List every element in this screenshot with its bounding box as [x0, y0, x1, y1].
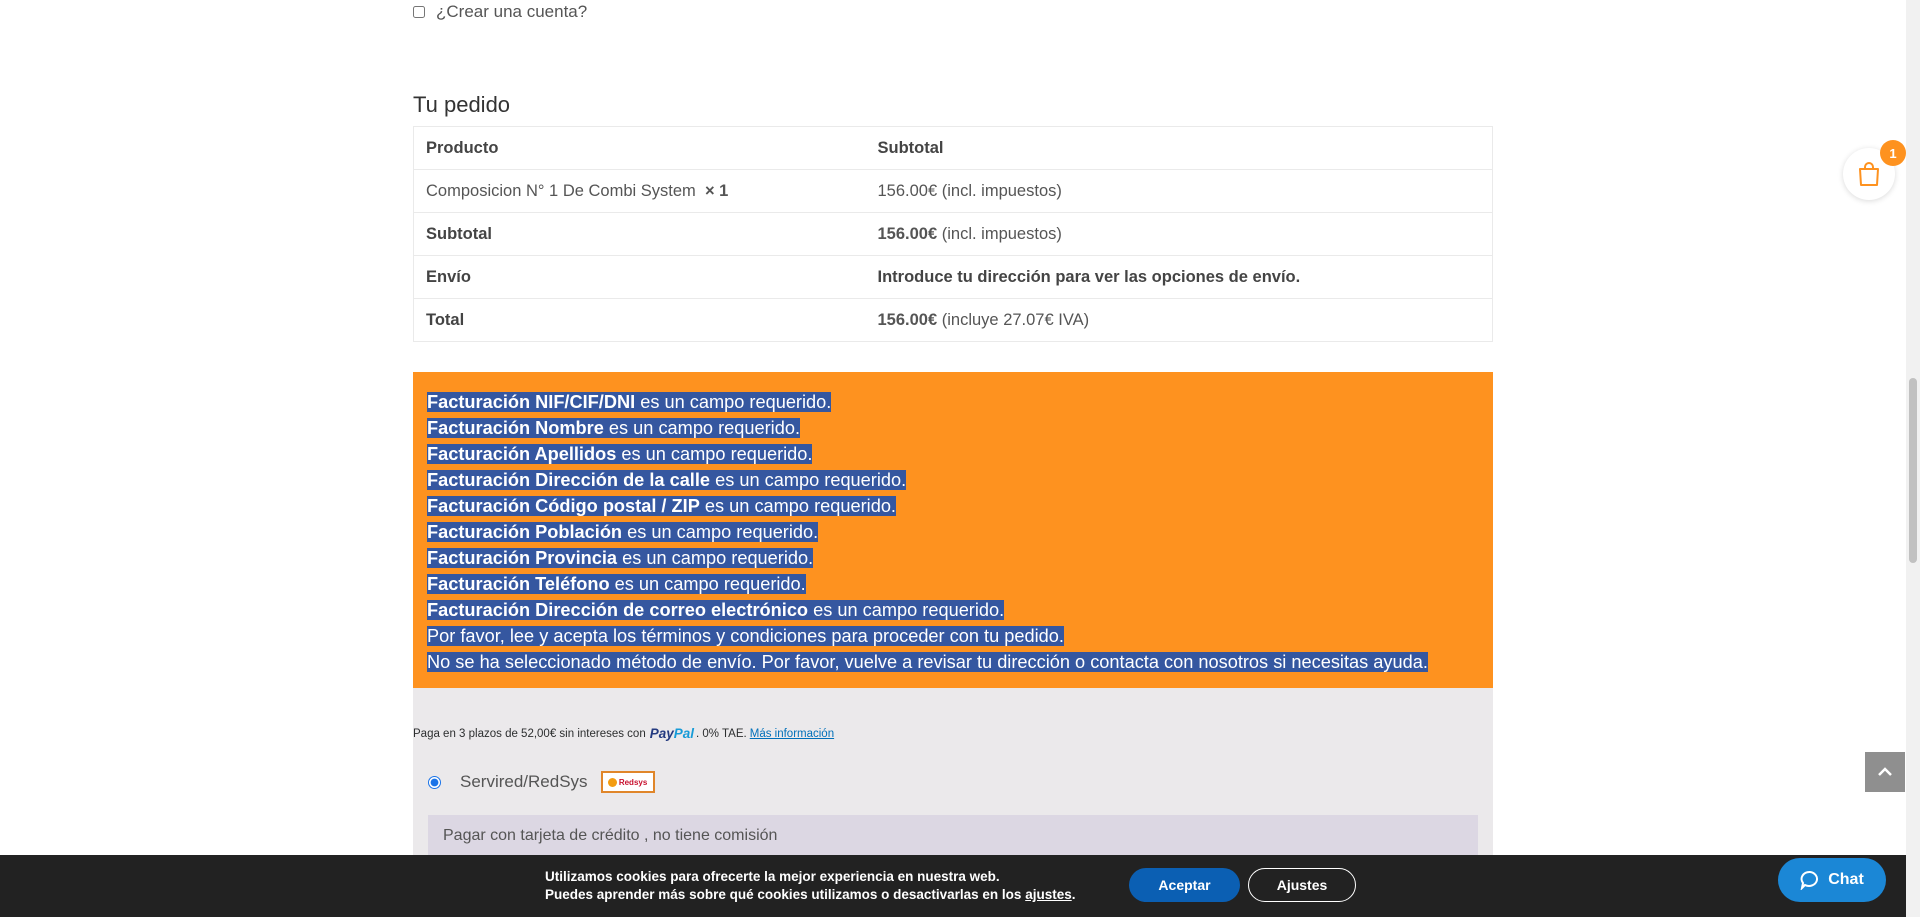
chat-label: Chat	[1828, 871, 1864, 888]
paypal-logo: PayPal	[649, 726, 695, 741]
cookie-line-2: Puedes aprender más sobre qué cookies ut…	[545, 887, 1076, 902]
order-title: Tu pedido	[413, 92, 511, 117]
chat-button[interactable]: Chat	[1778, 858, 1886, 902]
floating-cart-button[interactable]: 1	[1843, 140, 1906, 200]
total-label: Total	[426, 310, 465, 329]
table-header-row: Producto Subtotal	[413, 127, 1493, 170]
total-cell: 156.00€ (incluye 27.07€ IVA)	[866, 299, 1493, 342]
error-item: Facturación Dirección de correo electrón…	[427, 600, 1005, 620]
paypal-installments-message: Paga en 3 plazos de 52,00€ sin intereses…	[413, 726, 834, 741]
error-item: Facturación Población es un campo requer…	[427, 522, 819, 542]
error-item: No se ha seleccionado método de envío. P…	[427, 652, 1428, 672]
table-row: Total 156.00€ (incluye 27.07€ IVA)	[413, 299, 1493, 342]
error-item: Facturación Dirección de la calle es un …	[427, 470, 907, 490]
paypal-tae: . 0% TAE.	[696, 727, 747, 740]
cookie-settings-button[interactable]: Ajustes	[1248, 868, 1356, 902]
table-row: Envío Introduce tu dirección para ver la…	[413, 256, 1493, 299]
scrollbar-thumb[interactable]	[1909, 378, 1917, 563]
shipping-value: Introduce tu dirección para ver las opci…	[877, 267, 1301, 286]
paypal-message-text: Paga en 3 plazos de 52,00€ sin intereses…	[413, 727, 646, 740]
table-row: Subtotal 156.00€ (incl. impuestos)	[413, 213, 1493, 256]
subtotal-label: Subtotal	[426, 224, 492, 243]
header-product: Producto	[426, 138, 499, 157]
error-item: Facturación Apellidos es un campo requer…	[427, 444, 813, 464]
error-item: Facturación NIF/CIF/DNI es un campo requ…	[427, 392, 832, 412]
shipping-label: Envío	[426, 267, 471, 286]
product-qty: × 1	[704, 181, 729, 200]
order-review-table: Producto Subtotal Composicion N° 1 De Co…	[413, 126, 1493, 342]
create-account-label: ¿Crear una cuenta?	[436, 2, 588, 21]
shopping-bag-icon	[1859, 162, 1879, 186]
subtotal-note: (incl. impuestos)	[941, 224, 1062, 243]
create-account-checkbox[interactable]	[413, 6, 425, 18]
redsys-logo: Redsys	[600, 771, 655, 793]
create-account-checkbox-row[interactable]: ¿Crear una cuenta?	[413, 2, 587, 22]
cookie-settings-link[interactable]: ajustes	[1025, 887, 1072, 902]
back-to-top-button[interactable]	[1865, 752, 1905, 792]
payment-method-redsys[interactable]: Servired/RedSys Redsys	[428, 771, 655, 793]
cookie-line-1: Utilizamos cookies para ofrecerte la mej…	[545, 869, 1000, 884]
error-item: Facturación Nombre es un campo requerido…	[427, 418, 800, 438]
error-item: Facturación Código postal / ZIP es un ca…	[427, 496, 896, 516]
header-subtotal: Subtotal	[877, 138, 944, 157]
checkout-error-notice: Facturación NIF/CIF/DNI es un campo requ…	[413, 372, 1493, 688]
product-name: Composicion N° 1 De Combi System	[426, 181, 696, 200]
product-price: 156.00€	[877, 181, 938, 200]
cookie-accept-button[interactable]: Aceptar	[1129, 868, 1240, 902]
payment-method-label: Servired/RedSys	[460, 772, 588, 791]
page-scrollbar[interactable]	[1906, 0, 1920, 917]
cookie-message: Utilizamos cookies para ofrecerte la mej…	[545, 868, 1076, 904]
subtotal-cell: 156.00€ (incl. impuestos)	[866, 213, 1493, 256]
total-value: 156.00€	[877, 310, 938, 329]
error-item: Facturación Provincia es un campo requer…	[427, 548, 814, 568]
product-cell: Composicion N° 1 De Combi System × 1	[414, 170, 866, 213]
product-price-note: (incl. impuestos)	[941, 181, 1062, 200]
paypal-more-info-link[interactable]: Más información	[750, 728, 834, 740]
chevron-up-icon	[1878, 767, 1892, 776]
subtotal-value: 156.00€	[877, 224, 938, 243]
chat-bubble-icon	[1800, 871, 1819, 890]
cart-count-badge: 1	[1880, 140, 1906, 166]
cookie-consent-bar: Utilizamos cookies para ofrecerte la mej…	[0, 855, 1906, 917]
table-row: Composicion N° 1 De Combi System × 1 156…	[413, 170, 1493, 213]
error-item: Facturación Teléfono es un campo requeri…	[427, 574, 806, 594]
total-note: (incluye 27.07€ IVA)	[941, 310, 1090, 329]
payment-method-radio[interactable]	[428, 775, 441, 789]
product-subtotal-cell: 156.00€ (incl. impuestos)	[866, 170, 1493, 213]
error-item: Por favor, lee y acepta los términos y c…	[427, 626, 1064, 646]
